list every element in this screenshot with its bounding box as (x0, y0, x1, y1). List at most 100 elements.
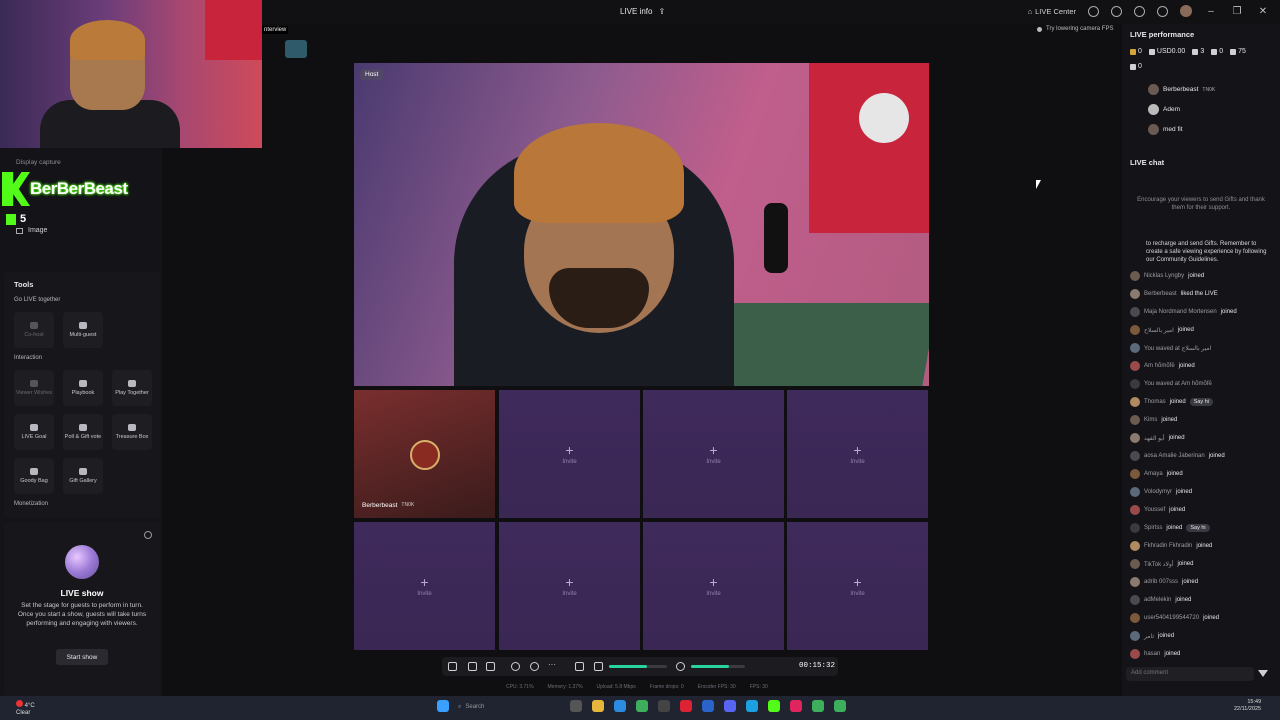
share-icon[interactable]: ⇪ (658, 7, 665, 16)
live-center-link[interactable]: ⌂ LIVE Center (1028, 7, 1076, 16)
tool-poll-gift-vote[interactable]: Poll & Gift vote (63, 414, 103, 450)
chat-line[interactable]: Nicklas Lyngby joined (1130, 271, 1204, 281)
speaker-volume-slider[interactable] (609, 665, 667, 668)
chat-user-name: aosa Amalie Jaberinan (1144, 453, 1205, 459)
chat-line[interactable]: Am hõmõfē joined (1130, 361, 1195, 371)
windows-start-icon[interactable] (437, 700, 449, 712)
top-viewer-3[interactable]: med fit (1148, 124, 1183, 135)
chat-line[interactable]: ثامر joined (1130, 631, 1174, 641)
chat-user-name: Maja Nordmand Mortensen (1144, 309, 1217, 315)
chrome-3-icon[interactable] (834, 700, 846, 712)
task-view-icon[interactable] (570, 700, 582, 712)
chat-line[interactable]: adMelekin joined (1130, 595, 1191, 605)
maximize-icon[interactable]: ❐ (1230, 6, 1244, 17)
source-image[interactable]: Image (16, 227, 47, 234)
tool-play-together[interactable]: Play Together (112, 370, 152, 406)
tool-viewer-wishes[interactable]: Viewer Wishes (14, 370, 54, 406)
chat-line[interactable]: TikTok أولاد joined (1130, 559, 1193, 569)
tool-co-host[interactable]: Co-host (14, 312, 54, 348)
notification-icon[interactable] (1088, 5, 1099, 17)
chrome-icon[interactable] (636, 700, 648, 712)
guest-name: Berberbeast (362, 502, 398, 509)
camera-icon[interactable] (530, 662, 539, 671)
chat-line[interactable]: Maja Nordmand Mortensen joined (1130, 307, 1237, 317)
chat-line[interactable]: You waved at امير بالسلاح (1130, 343, 1215, 353)
edge-icon[interactable] (614, 700, 626, 712)
effects-icon[interactable] (468, 662, 477, 671)
weather-widget[interactable]: 4°C Clear (16, 700, 35, 717)
chat-line[interactable]: hasan joined (1130, 649, 1180, 659)
minimize-icon[interactable]: – (1204, 6, 1218, 17)
chat-line[interactable]: أبو الفهد joined (1130, 433, 1185, 443)
chat-event-text: joined (1169, 399, 1186, 405)
close-icon[interactable]: ✕ (1256, 6, 1270, 17)
chrome-2-icon[interactable] (812, 700, 824, 712)
chat-line[interactable]: Spirtss joined Say hi (1130, 523, 1210, 533)
chat-line[interactable]: Kims joined (1130, 415, 1177, 425)
chat-user-name: Youssef (1144, 507, 1166, 513)
chat-line[interactable]: adrib 007sss joined (1130, 577, 1198, 587)
chat-event-text: joined (1177, 561, 1194, 567)
adjust-icon[interactable] (575, 662, 584, 671)
invite-slot-8[interactable]: + Invite (787, 522, 928, 650)
chat-line[interactable]: Youssef joined (1130, 505, 1185, 515)
tablet-icon[interactable] (1134, 5, 1145, 17)
tools-title: Tools (14, 280, 34, 289)
magic-icon[interactable] (448, 662, 457, 671)
tool-treasure-box[interactable]: Treasure Box (112, 414, 152, 450)
more-icon[interactable]: ··· (548, 660, 557, 669)
live-info-title[interactable]: LIVE info ⇪ (620, 7, 665, 16)
source-display-capture[interactable]: Display capture (16, 159, 61, 166)
chat-line[interactable]: You waved at Am hõmõfē (1130, 379, 1216, 389)
chat-user-name: Berberbeast (1144, 291, 1177, 297)
add-comment-input[interactable]: Add comment (1126, 667, 1254, 681)
say-hi-button[interactable]: Say hi (1186, 524, 1210, 532)
layout-icon[interactable] (486, 662, 495, 671)
discord-icon[interactable] (724, 700, 736, 712)
say-hi-button[interactable]: Say hi (1189, 398, 1213, 406)
avatar (1130, 379, 1140, 389)
app-cyan-icon[interactable] (746, 700, 758, 712)
invite-slot-4[interactable]: + Invite (787, 390, 928, 518)
tool-live-goal[interactable]: LIVE Goal (14, 414, 54, 450)
file-explorer-icon[interactable] (592, 700, 604, 712)
system-clock[interactable]: 15:49 22/11/2025 (1234, 699, 1261, 713)
profile-avatar[interactable] (1180, 5, 1192, 17)
invite-slot-7[interactable]: + Invite (643, 522, 784, 650)
mic-volume-slider[interactable] (691, 665, 745, 668)
chat-line[interactable]: Amaya joined (1130, 469, 1183, 479)
question-icon[interactable] (144, 531, 152, 539)
chat-line[interactable]: امير بالسلاح joined (1130, 325, 1194, 335)
chat-line[interactable]: Thomas joined Say hi (1130, 397, 1213, 407)
microphone-icon[interactable] (676, 662, 685, 671)
chat-line[interactable]: Volodymyr joined (1130, 487, 1192, 497)
tool-multi-guest[interactable]: Multi-guest (63, 312, 103, 348)
speaker-icon[interactable] (594, 662, 603, 671)
kick-app-icon[interactable] (768, 700, 780, 712)
app-red-icon[interactable] (680, 700, 692, 712)
help-icon[interactable] (1111, 5, 1122, 17)
app-blue-icon[interactable] (702, 700, 714, 712)
app-pink-icon[interactable] (790, 700, 802, 712)
chat-line[interactable]: aosa Amalie Jaberinan joined (1130, 451, 1225, 461)
record-icon[interactable] (511, 662, 520, 671)
obs-icon[interactable] (658, 700, 670, 712)
chat-line[interactable]: Fkhradin Fkhradin joined (1130, 541, 1212, 551)
tool-playbook[interactable]: Playbook (63, 370, 103, 406)
invite-slot-6[interactable]: + Invite (499, 522, 640, 650)
chat-line[interactable]: user5404199544720 joined (1130, 613, 1219, 623)
chat-user-name: Spirtss (1144, 525, 1163, 531)
invite-slot-2[interactable]: + Invite (499, 390, 640, 518)
top-viewer-2[interactable]: Adem (1148, 104, 1180, 115)
start-show-button[interactable]: Start show (56, 649, 108, 665)
filter-icon[interactable] (1258, 670, 1268, 677)
invite-slot-5[interactable]: + Invite (354, 522, 495, 650)
invite-slot-3[interactable]: + Invite (643, 390, 784, 518)
taskbar-search[interactable]: ⌕ Search (458, 700, 558, 714)
chat-line[interactable]: Berberbeast liked the LIVE (1130, 289, 1218, 299)
tool-gift-gallery[interactable]: Gift Gallery (63, 458, 103, 494)
top-viewer-1[interactable]: Berberbeast TN0K (1148, 84, 1215, 95)
invite-label: Invite (706, 459, 721, 465)
settings-icon[interactable] (1157, 5, 1168, 17)
tool-goody-bag[interactable]: Goody Bag (14, 458, 54, 494)
